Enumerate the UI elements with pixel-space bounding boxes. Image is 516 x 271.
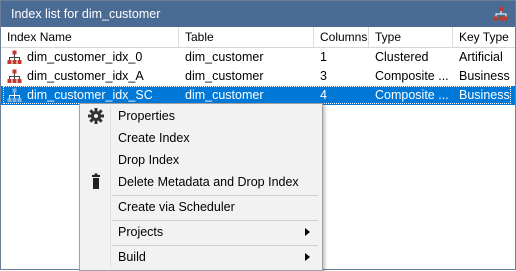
- column-header-table[interactable]: Table: [179, 27, 314, 47]
- table-row[interactable]: dim_customer_idx_0 dim_customer 1 Cluste…: [1, 48, 515, 67]
- submenu-arrow-icon: [305, 228, 310, 236]
- context-menu: Properties Create Index Drop Index Delet…: [79, 103, 323, 271]
- grid-header: Index Name Table Columns Type Key Type: [1, 27, 515, 48]
- columns-cell: 3: [320, 69, 327, 83]
- title-bar: Index list for dim_customer: [1, 1, 515, 27]
- type-cell: Clustered: [375, 50, 429, 64]
- menu-label: Projects: [118, 225, 164, 239]
- index-hierarchy-icon[interactable]: [493, 6, 509, 22]
- gear-icon: [88, 108, 104, 124]
- menu-label: Create via Scheduler: [118, 200, 235, 214]
- index-red-icon: [7, 69, 22, 83]
- menu-item-projects[interactable]: Projects: [82, 221, 320, 243]
- menu-item-create-index[interactable]: Create Index: [82, 127, 320, 149]
- submenu-arrow-icon: [305, 253, 310, 261]
- menu-item-properties[interactable]: Properties: [82, 105, 320, 127]
- table-cell: dim_customer: [185, 69, 264, 83]
- table-row[interactable]: dim_customer_idx_A dim_customer 3 Compos…: [1, 67, 515, 86]
- menu-label: Create Index: [118, 131, 190, 145]
- columns-cell: 1: [320, 50, 327, 64]
- table-cell: dim_customer: [185, 50, 264, 64]
- column-header-index-name[interactable]: Index Name: [1, 27, 179, 47]
- key-type-cell: Business: [459, 69, 510, 83]
- index-name: dim_customer_idx_0: [27, 50, 143, 64]
- menu-item-build[interactable]: Build: [82, 246, 320, 268]
- index-blue-icon: [7, 88, 22, 102]
- column-header-columns[interactable]: Columns: [314, 27, 369, 47]
- index-list-window: Index list for dim_customer Index Name T…: [0, 0, 516, 271]
- index-name: dim_customer_idx_A: [27, 69, 144, 83]
- type-cell: Composite ...: [375, 69, 449, 83]
- type-cell: Composite ...: [375, 88, 449, 102]
- menu-label: Drop Index: [118, 153, 180, 167]
- window-title: Index list for dim_customer: [11, 7, 161, 21]
- menu-item-create-via-scheduler[interactable]: Create via Scheduler: [82, 196, 320, 218]
- menu-label: Delete Metadata and Drop Index: [118, 175, 299, 189]
- key-type-cell: Business: [459, 88, 510, 102]
- trash-icon: [92, 173, 100, 189]
- column-header-type[interactable]: Type: [369, 27, 453, 47]
- index-name: dim_customer_idx_SC: [27, 88, 153, 102]
- menu-item-drop-index[interactable]: Drop Index: [82, 149, 320, 171]
- column-header-key-type[interactable]: Key Type: [453, 27, 515, 47]
- menu-label: Properties: [118, 109, 175, 123]
- index-red-icon: [7, 50, 22, 64]
- menu-label: Build: [118, 250, 146, 264]
- key-type-cell: Artificial: [459, 50, 503, 64]
- menu-item-delete-metadata-and-drop-index[interactable]: Delete Metadata and Drop Index: [82, 171, 320, 193]
